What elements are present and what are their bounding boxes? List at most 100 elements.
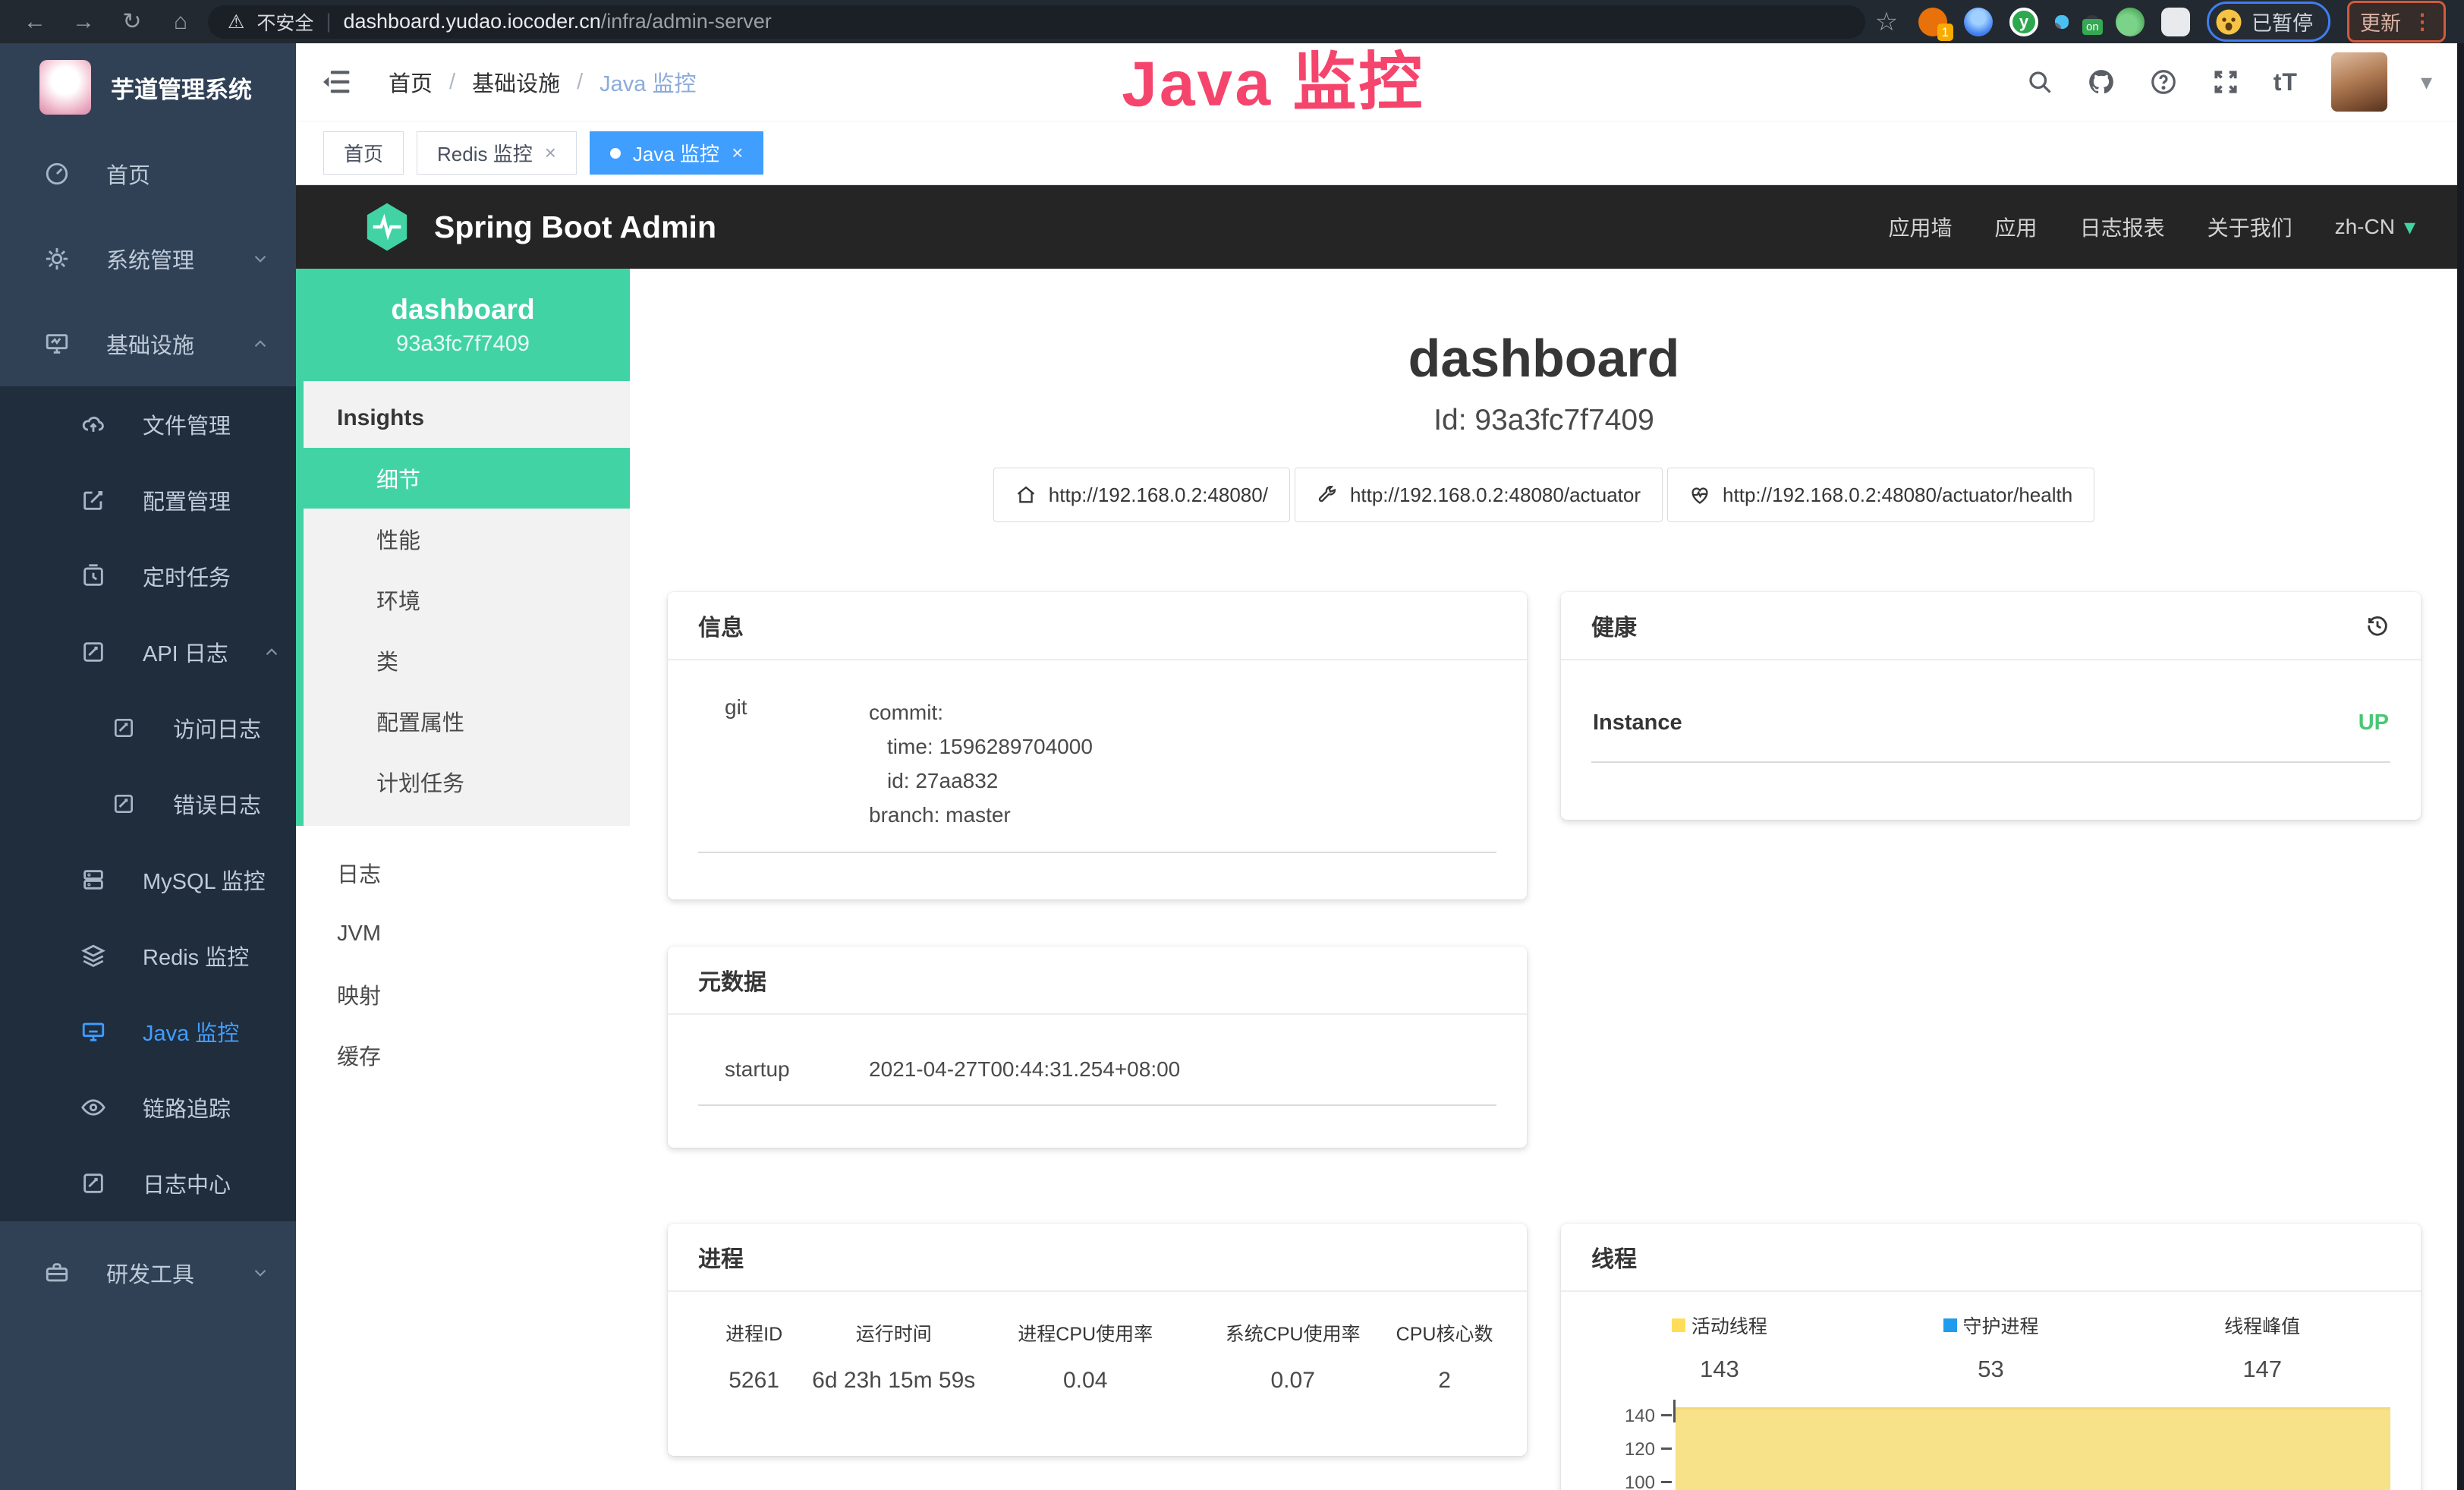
sba-nav-journal[interactable]: 日志报表: [2080, 212, 2165, 242]
avatar-caret-icon[interactable]: ▾: [2421, 69, 2432, 96]
extension-colorful-icon[interactable]: 1: [1918, 8, 1947, 36]
log-edit-icon: [108, 716, 140, 740]
git-branch-line: branch: master: [869, 798, 1496, 832]
sba-nav-wall[interactable]: 应用墙: [1889, 212, 1953, 242]
extension-grid-icon[interactable]: [2055, 15, 2069, 29]
sidebar-item-accesslog[interactable]: 访问日志: [0, 690, 296, 766]
security-label[interactable]: 不安全: [256, 8, 313, 36]
sidebar-item-devtool[interactable]: 研发工具: [0, 1230, 296, 1315]
sidebar-item-trace[interactable]: 链路追踪: [0, 1069, 296, 1145]
process-card: 进程 进程ID 运行时间 进程CPU使用率 系统CPU使用率 CPU核心数: [668, 1224, 1527, 1456]
extension-y-icon[interactable]: y: [2009, 8, 2038, 36]
sba-item-label: 类: [376, 644, 398, 676]
sba-instance-header[interactable]: dashboard 93a3fc7f7409: [296, 269, 630, 381]
tab-java[interactable]: Java 监控 ×: [590, 131, 763, 175]
sidebar-item-infra[interactable]: 基础设施: [0, 301, 296, 386]
sba-item-jvm[interactable]: JVM: [296, 903, 630, 964]
sidebar-item-label: 基础设施: [106, 328, 194, 360]
sba-item-logfile[interactable]: 日志: [296, 843, 630, 903]
sba-brand[interactable]: Spring Boot Admin: [434, 209, 716, 245]
extension-dark-icon[interactable]: on: [2085, 15, 2099, 29]
health-url-button[interactable]: http://192.168.0.2:48080/actuator/health: [1667, 468, 2094, 522]
sidebar-item-job[interactable]: 定时任务: [0, 538, 296, 614]
profile-paused-pill[interactable]: 已暂停: [2207, 2, 2330, 42]
sidebar-collapse-icon[interactable]: [322, 68, 352, 96]
database-icon: [77, 867, 109, 893]
fullscreen-icon[interactable]: [2211, 68, 2240, 96]
service-url-button[interactable]: http://192.168.0.2:48080/: [993, 468, 1290, 522]
java-monitor-icon: [77, 1019, 109, 1044]
github-icon[interactable]: [2087, 68, 2116, 96]
sidebar-item-errorlog[interactable]: 错误日志: [0, 766, 296, 842]
sba-item-scheduledtasks[interactable]: 计划任务: [304, 751, 630, 812]
dashboard-icon: [41, 161, 73, 187]
help-icon[interactable]: [2149, 68, 2178, 96]
browser-menu-icon[interactable]: ⋮: [2412, 9, 2433, 34]
sba-item-label: 细节: [376, 462, 420, 494]
tab-redis[interactable]: Redis 监控 ×: [417, 131, 577, 175]
bookmark-star-icon[interactable]: ☆: [1871, 7, 1902, 37]
app-logo-row[interactable]: 芋道管理系统: [0, 43, 296, 131]
sba-logo-icon[interactable]: [363, 201, 411, 253]
sidebar-item-system[interactable]: 系统管理: [0, 216, 296, 301]
sba-item-caches[interactable]: 缓存: [296, 1025, 630, 1085]
sba-item-environment[interactable]: 环境: [304, 569, 630, 630]
y-tick-100: 100: [1582, 1474, 1655, 1490]
sidebar-item-logcenter[interactable]: 日志中心: [0, 1145, 296, 1221]
y-tickmark: [1661, 1447, 1672, 1450]
sba-item-mappings[interactable]: 映射: [296, 964, 630, 1025]
close-icon[interactable]: ×: [732, 141, 743, 165]
browser-home-icon[interactable]: ⌂: [159, 9, 202, 35]
cloud-upload-icon: [77, 411, 109, 437]
sidebar-item-java[interactable]: Java 监控: [0, 994, 296, 1069]
sba-item-label: 映射: [337, 978, 381, 1010]
extension-pin-icon[interactable]: [1964, 8, 1993, 36]
sba-item-label: JVM: [337, 921, 381, 947]
sidebar-item-config[interactable]: 配置管理: [0, 462, 296, 538]
font-size-icon[interactable]: tT: [2274, 68, 2298, 96]
git-id-line: id: 27aa832: [869, 764, 1496, 798]
process-cpu-value: 0.04: [977, 1368, 1193, 1394]
active-tab-dot: [610, 148, 621, 159]
close-icon[interactable]: ×: [545, 141, 556, 165]
breadcrumb-separator: /: [449, 70, 455, 95]
process-table-headers: 进程ID 运行时间 进程CPU使用率 系统CPU使用率 CPU核心数: [698, 1319, 1496, 1347]
health-card-header: 健康: [1561, 592, 2421, 660]
sba-main: dashboard Id: 93a3fc7f7409 http://192.16…: [630, 269, 2464, 1490]
sba-item-classes[interactable]: 类: [304, 630, 630, 691]
sba-nav-about[interactable]: 关于我们: [2208, 212, 2292, 242]
sidebar-item-mysql[interactable]: MySQL 监控: [0, 842, 296, 918]
sidebar-item-apilog[interactable]: API 日志: [0, 614, 296, 690]
health-instance-row[interactable]: Instance UP: [1561, 710, 2421, 736]
sba-language-select[interactable]: zh-CN ▾: [2335, 214, 2415, 241]
sba-item-metrics[interactable]: 性能: [304, 509, 630, 569]
browser-forward-icon[interactable]: →: [62, 9, 105, 35]
divider: [698, 852, 1496, 853]
avatar[interactable]: [2331, 52, 2387, 112]
browser-back-icon[interactable]: ←: [14, 9, 56, 35]
col-header: 系统CPU使用率: [1193, 1319, 1392, 1347]
actuator-url-button[interactable]: http://192.168.0.2:48080/actuator: [1295, 468, 1663, 522]
sba-item-details[interactable]: 细节: [304, 448, 630, 509]
process-id-value: 5261: [698, 1368, 810, 1394]
page-title: dashboard: [668, 328, 2420, 389]
sba-item-configprops[interactable]: 配置属性: [304, 691, 630, 751]
info-card: 信息 git commit: time: 1596289704000 id: 2…: [668, 592, 1527, 899]
history-icon[interactable]: [2365, 613, 2390, 638]
sidebar-item-label: API 日志: [143, 636, 228, 668]
browser-reload-icon[interactable]: ↻: [111, 8, 153, 35]
sidebar-item-redis[interactable]: Redis 监控: [0, 918, 296, 994]
sidebar-item-file[interactable]: 文件管理: [0, 386, 296, 462]
sba-nav-applications[interactable]: 应用: [1995, 212, 2038, 242]
update-button[interactable]: 更新 ⋮: [2347, 1, 2446, 43]
breadcrumb-home[interactable]: 首页: [389, 66, 433, 98]
breadcrumb-infra[interactable]: 基础设施: [472, 66, 560, 98]
address-bar[interactable]: ⚠ 不安全 | dashboard.yudao.iocoder.cn/infra…: [208, 5, 1865, 39]
sidebar-item-home[interactable]: 首页: [0, 131, 296, 216]
url-text[interactable]: dashboard.yudao.iocoder.cn/infra/admin-s…: [343, 10, 771, 33]
update-label: 更新: [2360, 7, 2401, 36]
extension-leaf-icon[interactable]: [2116, 8, 2145, 36]
extension-puzzle-icon[interactable]: [2161, 8, 2190, 36]
search-icon[interactable]: [2026, 68, 2053, 96]
tab-home[interactable]: 首页: [323, 131, 404, 175]
